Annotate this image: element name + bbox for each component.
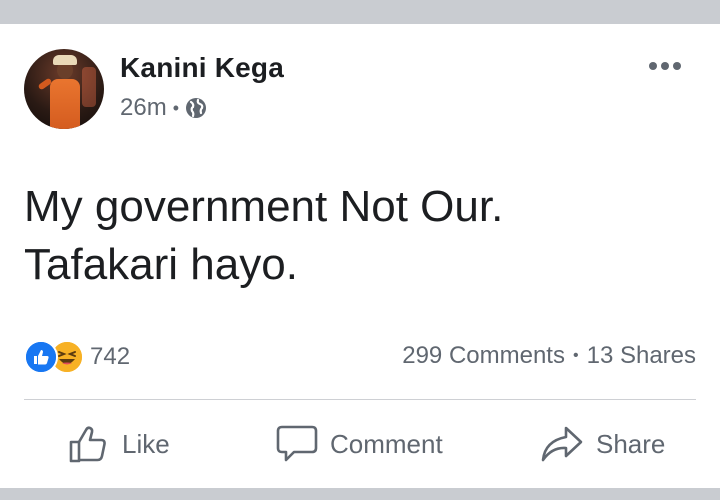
like-button[interactable]: Like: [68, 424, 170, 464]
share-arrow-icon: [540, 424, 584, 464]
post-text-line: Tafakari hayo.: [24, 240, 298, 289]
shares-count[interactable]: 13 Shares: [587, 342, 696, 370]
comments-count[interactable]: 299 Comments: [402, 342, 565, 370]
thumbs-up-icon: [68, 424, 110, 464]
share-label: Share: [596, 428, 666, 459]
avatar-figure-body: [50, 79, 80, 129]
divider: [24, 399, 696, 400]
comment-bubble-icon: [276, 424, 318, 464]
post-meta: 26m •: [120, 94, 207, 122]
more-options-icon[interactable]: [648, 50, 682, 78]
avatar[interactable]: [24, 49, 104, 129]
globe-icon: [185, 97, 207, 119]
post-text: My government Not Our. Tafakari hayo.: [24, 178, 704, 294]
comment-label: Comment: [330, 428, 443, 459]
author-name[interactable]: Kanini Kega: [120, 52, 284, 84]
stats-separator: •: [572, 347, 579, 364]
post-time[interactable]: 26m: [120, 94, 167, 122]
reaction-count: 742: [90, 343, 131, 370]
like-label: Like: [122, 428, 170, 459]
post-card: Kanini Kega 26m • My government Not Our.…: [0, 24, 720, 488]
comment-button[interactable]: Comment: [276, 424, 443, 464]
share-button[interactable]: Share: [540, 424, 665, 464]
post-stats: 299 Comments • 13 Shares: [402, 342, 696, 370]
post-text-line: My government Not Our.: [24, 182, 504, 231]
avatar-stage-light: [82, 67, 96, 107]
like-reaction-icon: [24, 340, 58, 374]
reactions-summary[interactable]: 742: [24, 340, 130, 374]
meta-separator: •: [172, 97, 179, 118]
avatar-figure-hat: [53, 55, 77, 65]
